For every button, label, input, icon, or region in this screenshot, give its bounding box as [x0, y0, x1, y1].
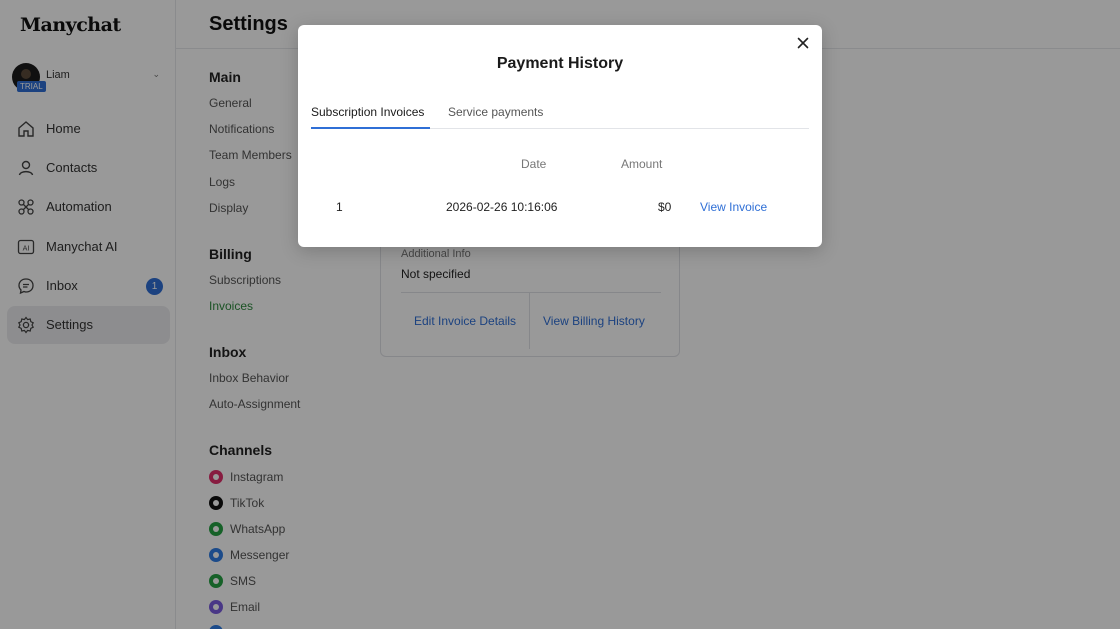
view-invoice-link[interactable]: View Invoice	[700, 200, 767, 214]
row-amount: $0	[658, 200, 672, 214]
column-header-amount: Amount	[621, 157, 663, 171]
modal-title: Payment History	[496, 55, 624, 72]
payment-tabs: Subscription Invoices Service payments	[311, 97, 809, 129]
tab-subscription-invoices[interactable]: Subscription Invoices	[311, 105, 424, 119]
active-tab-indicator	[311, 127, 430, 129]
row-index: 1	[336, 200, 343, 214]
row-date: 2026-02-26 10:16:06	[446, 200, 558, 214]
column-header-date: Date	[521, 157, 547, 171]
tab-service-payments[interactable]: Service payments	[448, 105, 543, 119]
payment-history-modal: Payment History Subscription Invoices Se…	[298, 25, 822, 247]
close-icon[interactable]	[794, 34, 812, 52]
